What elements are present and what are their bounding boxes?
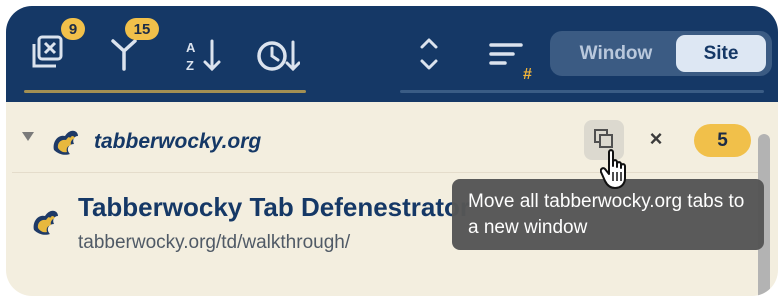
site-tab-count-badge: 5 [694, 124, 751, 157]
merge-badge: 15 [125, 18, 159, 40]
site-group-name[interactable]: tabberwocky.org [94, 130, 261, 154]
tab-favicon-icon [28, 204, 62, 243]
row-divider [12, 172, 758, 173]
site-favicon-icon [48, 124, 82, 163]
toolbar-right-underline [400, 90, 764, 93]
sort-alpha-icon[interactable]: A Z [182, 34, 226, 78]
sort-count-hash: # [523, 66, 532, 83]
toolbar: 9 15 A Z # Window Site [6, 6, 778, 102]
tab-url: tabberwocky.org/td/walkthrough/ [78, 232, 351, 253]
svg-text:Z: Z [186, 58, 194, 73]
segment-site-button[interactable]: Site [676, 35, 766, 72]
collapse-triangle-icon[interactable] [22, 132, 34, 141]
toolbar-left-underline [24, 90, 306, 93]
tooltip-text: Move all tabberwocky.org tabs to a new w… [468, 191, 745, 238]
pointer-hand-cursor-icon [599, 148, 634, 190]
sort-by-count-icon[interactable] [484, 32, 528, 76]
expand-collapse-icon[interactable] [407, 32, 451, 76]
tab-title[interactable]: Tabberwocky Tab Defenestrator [78, 192, 470, 223]
app-frame: 9 15 A Z # Window Site tabberwocky.org ×… [6, 6, 778, 296]
grouping-segmented-control: Window Site [550, 31, 772, 76]
segment-window-button[interactable]: Window [556, 35, 676, 72]
close-tabs-badge: 9 [61, 18, 85, 40]
close-group-button[interactable]: × [646, 126, 666, 152]
sort-time-icon[interactable] [256, 34, 300, 78]
svg-text:A: A [186, 40, 196, 55]
